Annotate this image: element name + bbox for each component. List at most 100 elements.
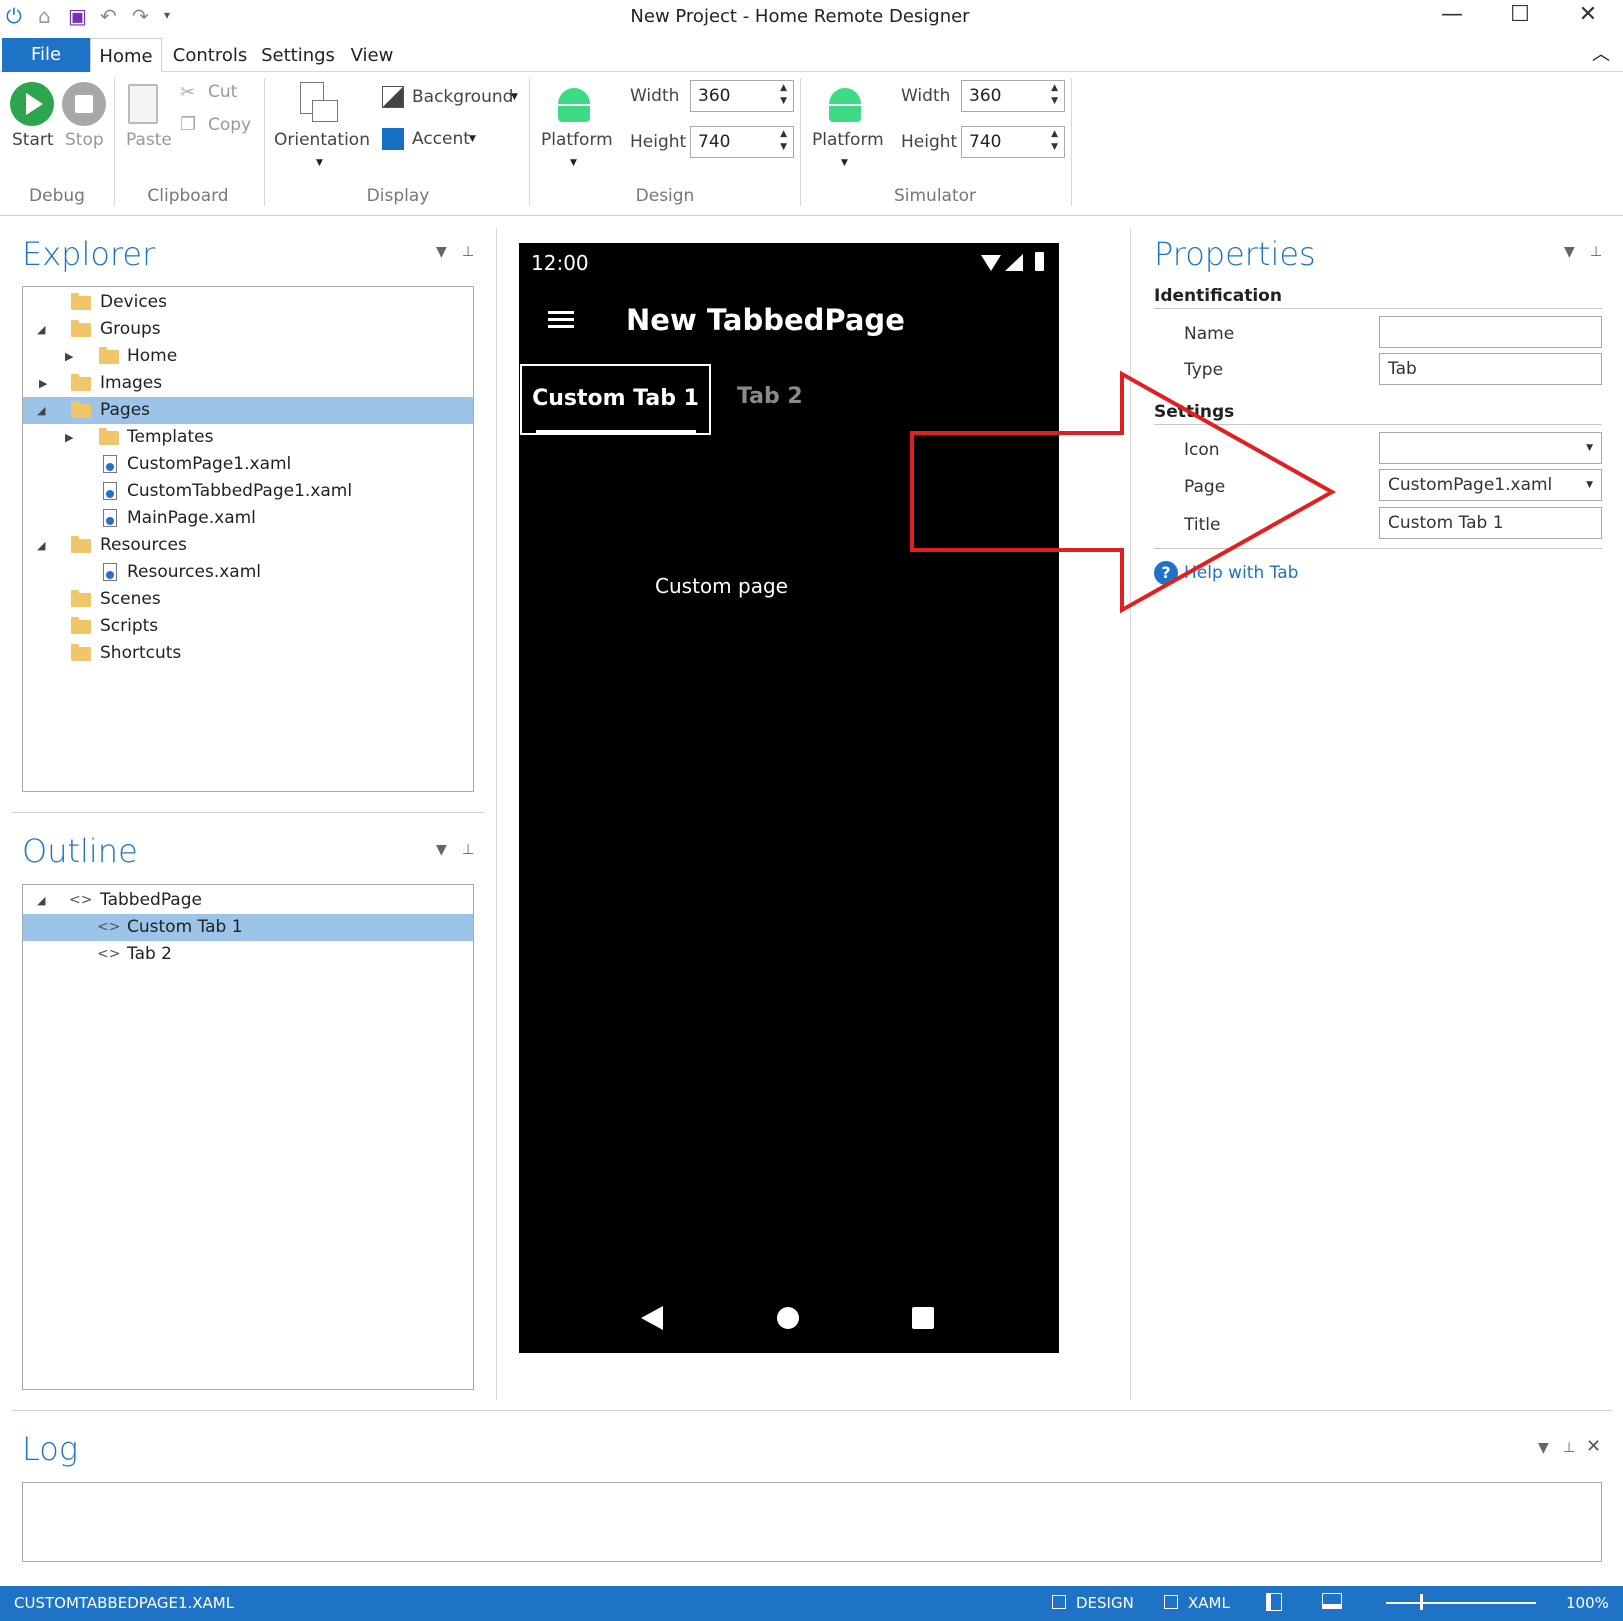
properties-title: Properties bbox=[1154, 235, 1316, 273]
hamburger-menu-icon[interactable] bbox=[548, 311, 574, 314]
background-dropdown-icon[interactable]: ▼ bbox=[511, 92, 518, 102]
tab-settings[interactable]: Settings bbox=[258, 38, 338, 72]
collapse-ribbon-icon[interactable]: ︿ bbox=[1592, 40, 1610, 66]
expand-arrow-icon[interactable]: ▶ bbox=[65, 343, 73, 370]
section-divider bbox=[1154, 308, 1602, 309]
log-pin-icon[interactable]: ⊥ bbox=[1563, 1440, 1575, 1456]
tree-item-templates[interactable]: ▶ Templates bbox=[23, 424, 473, 451]
tree-item-resources[interactable]: ◢ Resources bbox=[23, 532, 473, 559]
display-group-label: Display bbox=[366, 186, 430, 206]
start-button[interactable] bbox=[10, 82, 54, 126]
tree-item-custompage1[interactable]: CustomPage1.xaml bbox=[23, 451, 473, 478]
simulator-width-input[interactable]: 360 ▲ ▼ bbox=[961, 80, 1065, 112]
tree-item-scenes[interactable]: Scenes bbox=[23, 586, 473, 613]
accent-button[interactable]: Accent bbox=[412, 129, 470, 149]
expand-arrow-icon[interactable]: ▶ bbox=[65, 424, 73, 451]
icon-select[interactable]: ▼ bbox=[1379, 432, 1602, 464]
spinner-icon[interactable]: ▲ ▼ bbox=[1051, 128, 1058, 154]
simulator-height-input[interactable]: 740 ▲ ▼ bbox=[961, 126, 1065, 158]
tree-item-groups[interactable]: ◢ Groups bbox=[23, 316, 473, 343]
tree-item-pages[interactable]: ◢ Pages bbox=[23, 397, 473, 424]
file-menu[interactable]: File bbox=[2, 38, 90, 72]
name-input[interactable] bbox=[1379, 316, 1602, 348]
explorer-pin-icon[interactable]: ⊥ bbox=[462, 244, 474, 260]
tree-item-label: MainPage.xaml bbox=[127, 508, 256, 528]
tab-controls[interactable]: Controls bbox=[170, 38, 250, 72]
outline-item-custom-tab-1[interactable]: <> Custom Tab 1 bbox=[23, 914, 473, 941]
start-label: Start bbox=[12, 130, 54, 150]
spinner-icon[interactable]: ▲ ▼ bbox=[780, 82, 787, 108]
tab-custom-tab-1[interactable]: Custom Tab 1 bbox=[520, 364, 711, 435]
background-button[interactable]: Background bbox=[412, 87, 513, 107]
minimize-button[interactable]: — bbox=[1432, 2, 1472, 27]
simulator-height-label: Height bbox=[901, 132, 958, 152]
outline-title: Outline bbox=[22, 832, 138, 870]
collapse-arrow-icon[interactable]: ◢ bbox=[37, 397, 45, 424]
split-vertical-icon[interactable] bbox=[1266, 1593, 1282, 1611]
collapse-arrow-icon[interactable]: ◢ bbox=[37, 532, 45, 559]
accent-dropdown-icon[interactable]: ▼ bbox=[469, 134, 476, 144]
title-input[interactable]: Custom Tab 1 bbox=[1379, 507, 1602, 539]
ribbon-separator bbox=[264, 78, 265, 206]
properties-menu-icon[interactable]: ▼ bbox=[1564, 244, 1575, 260]
outline-item-tab-2[interactable]: <> Tab 2 bbox=[23, 941, 473, 968]
cut-button[interactable]: Cut bbox=[208, 82, 237, 102]
page-select[interactable]: CustomPage1.xaml ▼ bbox=[1379, 469, 1602, 501]
tree-item-customtabbedpage1[interactable]: CustomTabbedPage1.xaml bbox=[23, 478, 473, 505]
zoom-slider-thumb[interactable] bbox=[1420, 1594, 1423, 1610]
design-view-button[interactable]: DESIGN bbox=[1076, 1594, 1134, 1612]
copy-button[interactable]: Copy bbox=[208, 115, 251, 135]
paste-label: Paste bbox=[126, 130, 172, 150]
ribbon-separator bbox=[529, 78, 530, 206]
status-file-name: CUSTOMTABBEDPAGE1.XAML bbox=[14, 1594, 235, 1612]
zoom-slider[interactable] bbox=[1386, 1602, 1536, 1604]
outline-item-tabbedpage[interactable]: ◢ <> TabbedPage bbox=[23, 887, 473, 914]
close-button[interactable]: ✕ bbox=[1568, 2, 1608, 27]
splitter[interactable] bbox=[496, 228, 497, 1400]
tree-item-label: Scenes bbox=[100, 589, 161, 609]
log-close-icon[interactable]: ✕ bbox=[1586, 1436, 1601, 1457]
tree-item-shortcuts[interactable]: Shortcuts bbox=[23, 640, 473, 667]
explorer-menu-icon[interactable]: ▼ bbox=[436, 244, 447, 260]
xaml-view-button[interactable]: XAML bbox=[1188, 1594, 1230, 1612]
stop-button[interactable] bbox=[62, 82, 106, 126]
home-nav-icon[interactable] bbox=[777, 1307, 799, 1329]
page-select-value: CustomPage1.xaml bbox=[1388, 475, 1553, 495]
back-nav-icon[interactable] bbox=[641, 1306, 663, 1330]
maximize-button[interactable]: ☐ bbox=[1500, 2, 1540, 27]
design-width-input[interactable]: 360 ▲ ▼ bbox=[690, 80, 794, 112]
tree-item-scripts[interactable]: Scripts bbox=[23, 613, 473, 640]
paste-button[interactable] bbox=[126, 80, 166, 128]
outline-menu-icon[interactable]: ▼ bbox=[436, 842, 447, 858]
split-horizontal-icon[interactable] bbox=[1322, 1593, 1342, 1609]
simulator-platform-dropdown-icon[interactable]: ▼ bbox=[841, 158, 848, 168]
design-platform-button[interactable] bbox=[554, 82, 594, 126]
orientation-button[interactable] bbox=[298, 80, 340, 128]
collapse-arrow-icon[interactable]: ◢ bbox=[37, 887, 45, 914]
orientation-dropdown-icon[interactable]: ▼ bbox=[316, 158, 323, 168]
type-input[interactable]: Tab bbox=[1379, 353, 1602, 385]
tab-tab-2[interactable]: Tab 2 bbox=[737, 384, 803, 409]
arrow-outline bbox=[910, 370, 1337, 614]
recent-apps-nav-icon[interactable] bbox=[912, 1307, 934, 1329]
log-output[interactable] bbox=[22, 1482, 1602, 1562]
simulator-width-value: 360 bbox=[969, 86, 1002, 106]
properties-pin-icon[interactable]: ⊥ bbox=[1590, 244, 1602, 260]
tree-item-devices[interactable]: Devices bbox=[23, 289, 473, 316]
log-menu-icon[interactable]: ▼ bbox=[1538, 1440, 1549, 1456]
spinner-icon[interactable]: ▲ ▼ bbox=[1051, 82, 1058, 108]
spinner-icon[interactable]: ▲ ▼ bbox=[780, 128, 787, 154]
tab-home[interactable]: Home bbox=[90, 38, 162, 72]
design-platform-dropdown-icon[interactable]: ▼ bbox=[570, 158, 577, 168]
collapse-arrow-icon[interactable]: ◢ bbox=[37, 316, 45, 343]
expand-arrow-icon[interactable]: ▶ bbox=[39, 370, 47, 397]
tree-item-images[interactable]: ▶ Images bbox=[23, 370, 473, 397]
simulator-platform-button[interactable] bbox=[825, 82, 865, 126]
tree-item-resources-xaml[interactable]: Resources.xaml bbox=[23, 559, 473, 586]
chevron-down-icon: ▼ bbox=[1586, 480, 1593, 490]
tab-view[interactable]: View bbox=[346, 38, 398, 72]
design-height-input[interactable]: 740 ▲ ▼ bbox=[690, 126, 794, 158]
tree-item-mainpage[interactable]: MainPage.xaml bbox=[23, 505, 473, 532]
outline-pin-icon[interactable]: ⊥ bbox=[462, 842, 474, 858]
tree-item-home[interactable]: ▶ Home bbox=[23, 343, 473, 370]
